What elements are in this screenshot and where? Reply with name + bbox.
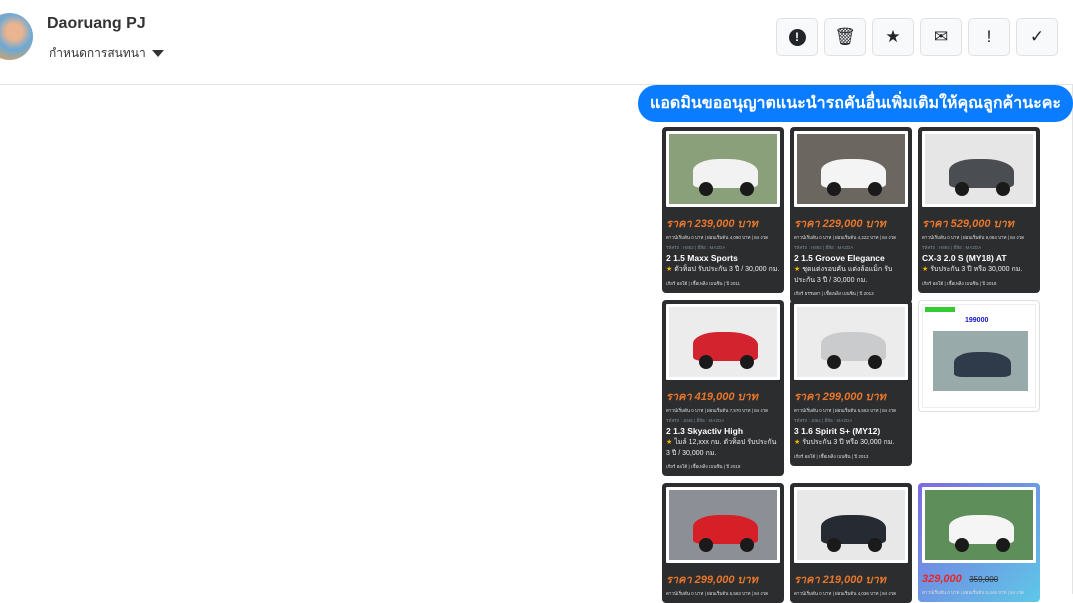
car-installment: ดาวน์เริ่มต้น 0 บาท | ผ่อนเริ่มต้น 5,649… xyxy=(922,590,1025,595)
car-feature: ชุดแต่งรอบคัน แต่งล้อแม็ก รับประกัน 3 ปี… xyxy=(794,266,893,284)
contact-name: Daoruang PJ xyxy=(47,15,146,32)
car-model: 2 1.5 Maxx Sports xyxy=(666,253,738,263)
star-icon: ★ xyxy=(922,266,929,273)
car-photo xyxy=(666,131,780,207)
conversation-header: Daoruang PJ กำหนดการสนทนา ! 🗑 ★ ✉! ✓ xyxy=(0,0,1073,85)
car-photo xyxy=(922,487,1036,563)
car-installment: ดาวน์เริ่มต้น 0 บาท | ผ่อนเริ่มต้น 4,090… xyxy=(666,235,769,240)
star-icon: ★ xyxy=(794,266,801,273)
car-card[interactable]: ราคา 419,000 บาทดาวน์เริ่มต้น 0 บาท | ผ่… xyxy=(662,300,784,476)
ad-image: 199000 xyxy=(922,304,1036,408)
car-feature: ไมล์ 12,xxx กม. ตัวท็อป รับประกัน 3 ปี /… xyxy=(666,439,777,457)
car-price: ราคา 419,000 บาท xyxy=(666,391,758,403)
car-card[interactable]: ราคา 529,000 บาทดาวน์เริ่มต้น 0 บาท | ผ่… xyxy=(918,127,1040,293)
conversation-settings-dropdown[interactable]: กำหนดการสนทนา xyxy=(49,44,164,63)
message-bubble: แอดมินขออนุญาตแนะนำรถคันอื่นเพิ่มเติมให้… xyxy=(638,85,1073,122)
car-feature: ตัวท็อป รับประกัน 3 ปี / 30,000 กม. xyxy=(674,266,780,273)
car-photo xyxy=(666,487,780,563)
car-price: ราคา 299,000 บาท xyxy=(794,391,886,403)
car-specs: เกียร์ ธรรมดา | เชื้อเพลิง เบนซิน | ปี 2… xyxy=(794,291,874,296)
car-specs: เกียร์ ออโต้ | เชื้อเพลิง เบนซิน | ปี 20… xyxy=(666,280,741,286)
car-feature: รับประกัน 3 ปี หรือ 30,000 กม. xyxy=(802,439,895,446)
mail-button[interactable]: ✉ xyxy=(920,18,962,56)
car-price: 329,000 xyxy=(922,573,962,585)
check-icon: ✓ xyxy=(1029,27,1045,46)
envelope-icon: ✉ xyxy=(933,27,949,46)
car-price: ราคา 239,000 บาท xyxy=(666,218,758,230)
star-button[interactable]: ★ xyxy=(872,18,914,56)
car-price: ราคา 229,000 บาท xyxy=(794,218,886,230)
car-price: ราคา 529,000 บาท xyxy=(922,218,1014,230)
car-code: รหัสรถ : J862 | ยี่ห้อ : MAZDA xyxy=(794,418,853,423)
car-specs: เกียร์ ออโต้ | เชื้อเพลิง เบนซิน | ปี 20… xyxy=(794,453,869,459)
car-price: ราคา 219,000 บาท xyxy=(794,574,886,586)
done-button[interactable]: ✓ xyxy=(1016,18,1058,56)
car-photo xyxy=(794,304,908,380)
car-specs: เกียร์ ออโต้ | เชื้อเพลิง เบนซิน | ปี 20… xyxy=(922,280,997,286)
car-code: รหัสรถ : H892 | ยี่ห้อ : MAZDA xyxy=(794,245,854,250)
car-old-price: 359,000 xyxy=(969,575,999,584)
car-card[interactable]: ราคา 239,000 บาทดาวน์เริ่มต้น 0 บาท | ผ่… xyxy=(662,127,784,293)
star-icon: ★ xyxy=(794,439,801,446)
exclamation-icon: ! xyxy=(986,27,992,46)
car-card[interactable]: ราคา 229,000 บาทดาวน์เริ่มต้น 0 บาท | ผ่… xyxy=(790,127,912,303)
important-button[interactable]: ! xyxy=(968,18,1010,56)
car-code: รหัสรถ : H862 | ยี่ห้อ : MAZDA xyxy=(666,245,726,250)
car-feature: รับประกัน 3 ปี หรือ 30,000 กม. xyxy=(930,266,1023,273)
car-installment: ดาวน์เริ่มต้น 0 บาท | ผ่อนเริ่มต้น 7,570… xyxy=(666,408,769,413)
star-icon: ★ xyxy=(666,439,673,446)
car-specs: เกียร์ ออโต้ | เชื้อเพลิง เบนซิน | ปี 20… xyxy=(666,464,741,469)
car-installment: ดาวน์เริ่มต้น 0 บาท | ผ่อนเริ่มต้น 4,222… xyxy=(794,235,897,240)
trash-icon: 🗑 xyxy=(834,27,856,46)
car-model: 2 1.5 Groove Elegance xyxy=(794,253,885,263)
car-installment: ดาวน์เริ่มต้น 0 บาท | ผ่อนเริ่มต้น 5,563… xyxy=(794,408,897,413)
toolbar: ! 🗑 ★ ✉! ✓ xyxy=(776,18,1058,56)
car-model: 3 1.6 Spirit S+ (MY12) xyxy=(794,426,881,436)
car-code: รหัสรถ : H894 | ยี่ห้อ : MAZDA xyxy=(922,245,982,250)
delete-button[interactable]: 🗑 xyxy=(824,18,866,56)
car-model: 2 1.3 Skyactiv High xyxy=(666,426,744,436)
report-button[interactable]: ! xyxy=(776,18,818,56)
car-card[interactable]: ราคา 299,000 บาท ดาวน์เริ่มต้น 0 บาท | ผ่… xyxy=(662,483,784,603)
car-installment: ดาวน์เริ่มต้น 0 บาท | ผ่อนเริ่มต้น 9,084… xyxy=(922,235,1025,240)
avatar[interactable] xyxy=(0,13,33,60)
car-price: ราคา 299,000 บาท xyxy=(666,574,758,586)
exclamation-circle-icon: ! xyxy=(788,28,806,46)
car-card[interactable]: ราคา 299,000 บาทดาวน์เริ่มต้น 0 บาท | ผ่… xyxy=(790,300,912,466)
star-icon: ★ xyxy=(666,266,673,273)
car-photo xyxy=(922,131,1036,207)
ad-price: 199000 xyxy=(965,317,989,324)
car-card[interactable]: 329,000 359,000 ดาวน์เริ่มต้น 0 บาท | ผ่อ… xyxy=(918,483,1040,602)
caret-down-icon xyxy=(151,50,164,57)
car-photo xyxy=(794,487,908,563)
car-photo xyxy=(666,304,780,380)
conversation-settings-label: กำหนดการสนทนา xyxy=(49,46,146,60)
car-photo xyxy=(794,131,908,207)
car-code: รหัสรถ : J845 | ยี่ห้อ : MAZDA xyxy=(666,418,725,423)
star-icon: ★ xyxy=(885,27,901,46)
car-card[interactable]: 199000 xyxy=(918,300,1040,412)
car-card[interactable]: ราคา 219,000 บาท ดาวน์เริ่มต้น 0 บาท | ผ่… xyxy=(790,483,912,603)
car-model: CX-3 2.0 S (MY18) AT xyxy=(922,253,1007,263)
